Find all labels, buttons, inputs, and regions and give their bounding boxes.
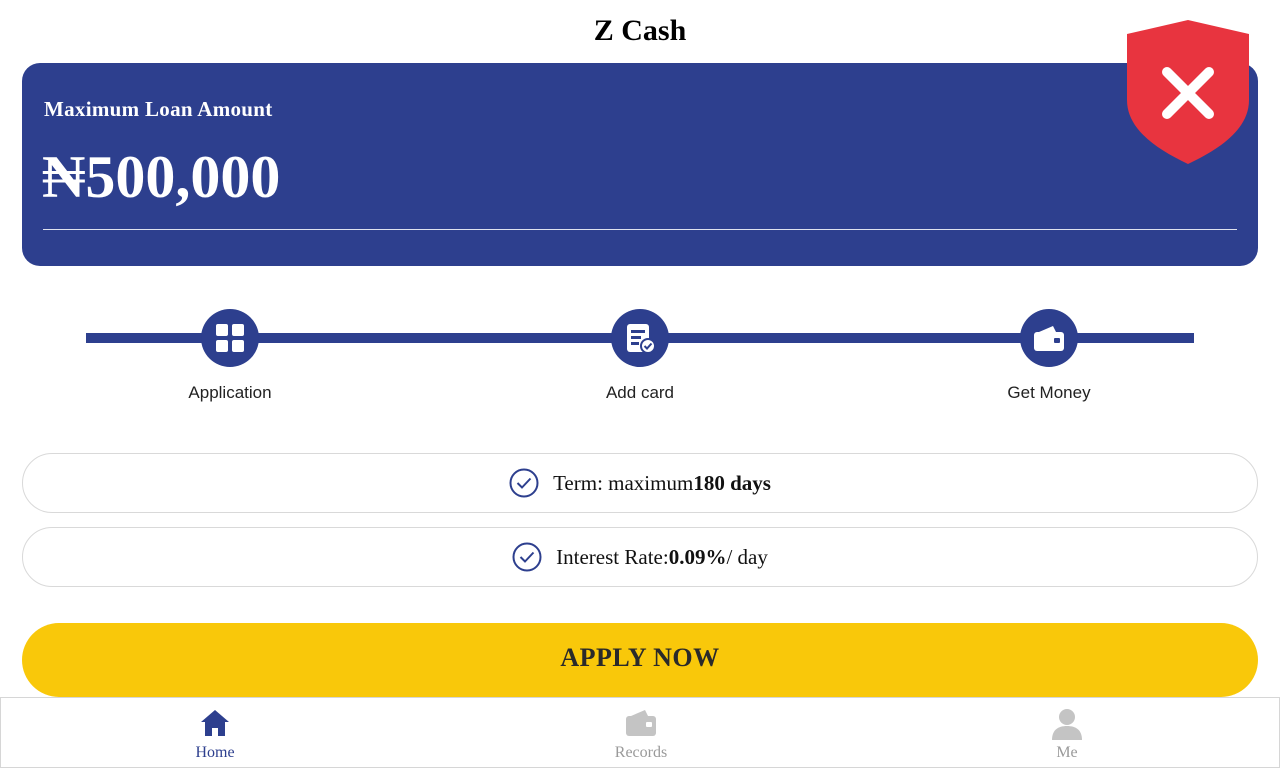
step-label: Application (188, 383, 272, 402)
bottom-nav: Home Records Me (0, 697, 1280, 768)
interest-rate-info: Interest Rate: 0.09% / day (22, 527, 1258, 587)
wallet-icon (1020, 309, 1078, 367)
grid-icon (201, 309, 259, 367)
rate-value: 0.09% (668, 544, 727, 569)
process-steps: Application Add card Get Money (0, 300, 1280, 420)
term-info: Term: maximum 180 days (22, 453, 1258, 513)
nav-label: Me (1056, 744, 1078, 761)
step-add-card: Add card (540, 309, 740, 403)
home-icon (115, 708, 315, 740)
step-get-money: Get Money (949, 309, 1149, 403)
user-icon (967, 708, 1167, 740)
document-check-icon (611, 309, 669, 367)
rate-unit: / day (726, 544, 768, 569)
nav-item-me[interactable]: Me (967, 698, 1167, 768)
nav-label: Records (614, 744, 668, 761)
step-application: Application (130, 309, 330, 403)
wallet-icon (541, 708, 741, 740)
term-label: Term: maximum (553, 470, 694, 495)
page: Z Cash Maximum Loan Amount ₦500,000 Appl… (0, 0, 1280, 768)
divider (43, 229, 1237, 230)
check-circle-icon (512, 542, 542, 572)
nav-item-records[interactable]: Records (541, 698, 741, 768)
loan-amount-label: Maximum Loan Amount (44, 97, 273, 121)
term-value: 180 days (693, 470, 771, 495)
loan-amount-value: ₦500,000 (42, 144, 281, 210)
nav-item-home[interactable]: Home (115, 698, 315, 768)
page-title: Z Cash (593, 14, 687, 47)
check-circle-icon (509, 468, 539, 498)
rate-label: Interest Rate: (556, 544, 669, 569)
loan-card: Maximum Loan Amount ₦500,000 (22, 63, 1258, 266)
shield-x-icon[interactable] (1127, 20, 1249, 164)
nav-label: Home (195, 744, 235, 761)
apply-now-button[interactable]: APPLY NOW (22, 623, 1258, 697)
step-label: Add card (605, 383, 675, 402)
step-label: Get Money (1007, 383, 1091, 402)
